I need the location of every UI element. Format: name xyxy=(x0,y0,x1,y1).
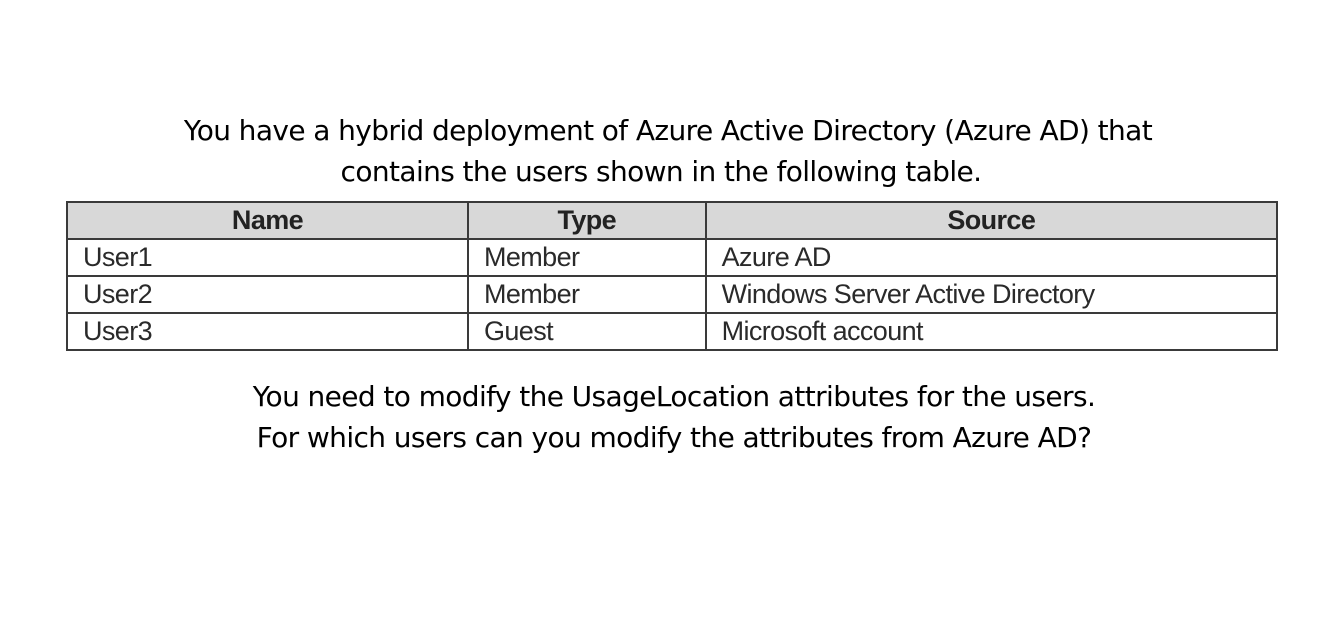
table-row: User3 Guest Microsoft account xyxy=(66,312,1279,351)
cell-type: Member xyxy=(466,275,707,314)
intro-text: You have a hybrid deployment of Azure Ac… xyxy=(0,110,1322,192)
users-table: Name Type Source User1 Member Azure AD U… xyxy=(66,201,1279,351)
cell-name: User2 xyxy=(66,275,469,314)
table-header-row: Name Type Source xyxy=(66,201,1279,240)
question-text: You need to modify the UsageLocation att… xyxy=(0,376,1322,458)
cell-type: Guest xyxy=(466,312,707,351)
cell-name: User3 xyxy=(66,312,469,351)
question-line-2: For which users can you modify the attri… xyxy=(256,421,1092,454)
cell-name: User1 xyxy=(66,238,469,277)
intro-line-2: contains the users shown in the followin… xyxy=(340,155,983,188)
cell-source: Azure AD xyxy=(704,238,1279,277)
question-line-1: You need to modify the UsageLocation att… xyxy=(252,380,1096,413)
header-name: Name xyxy=(66,201,469,240)
header-type: Type xyxy=(466,201,707,240)
intro-line-1: You have a hybrid deployment of Azure Ac… xyxy=(183,114,1153,147)
table-row: User1 Member Azure AD xyxy=(66,238,1279,277)
cell-source: Microsoft account xyxy=(704,312,1279,351)
table-row: User2 Member Windows Server Active Direc… xyxy=(66,275,1279,314)
cell-source: Windows Server Active Directory xyxy=(704,275,1279,314)
cell-type: Member xyxy=(466,238,707,277)
header-source: Source xyxy=(704,201,1279,240)
